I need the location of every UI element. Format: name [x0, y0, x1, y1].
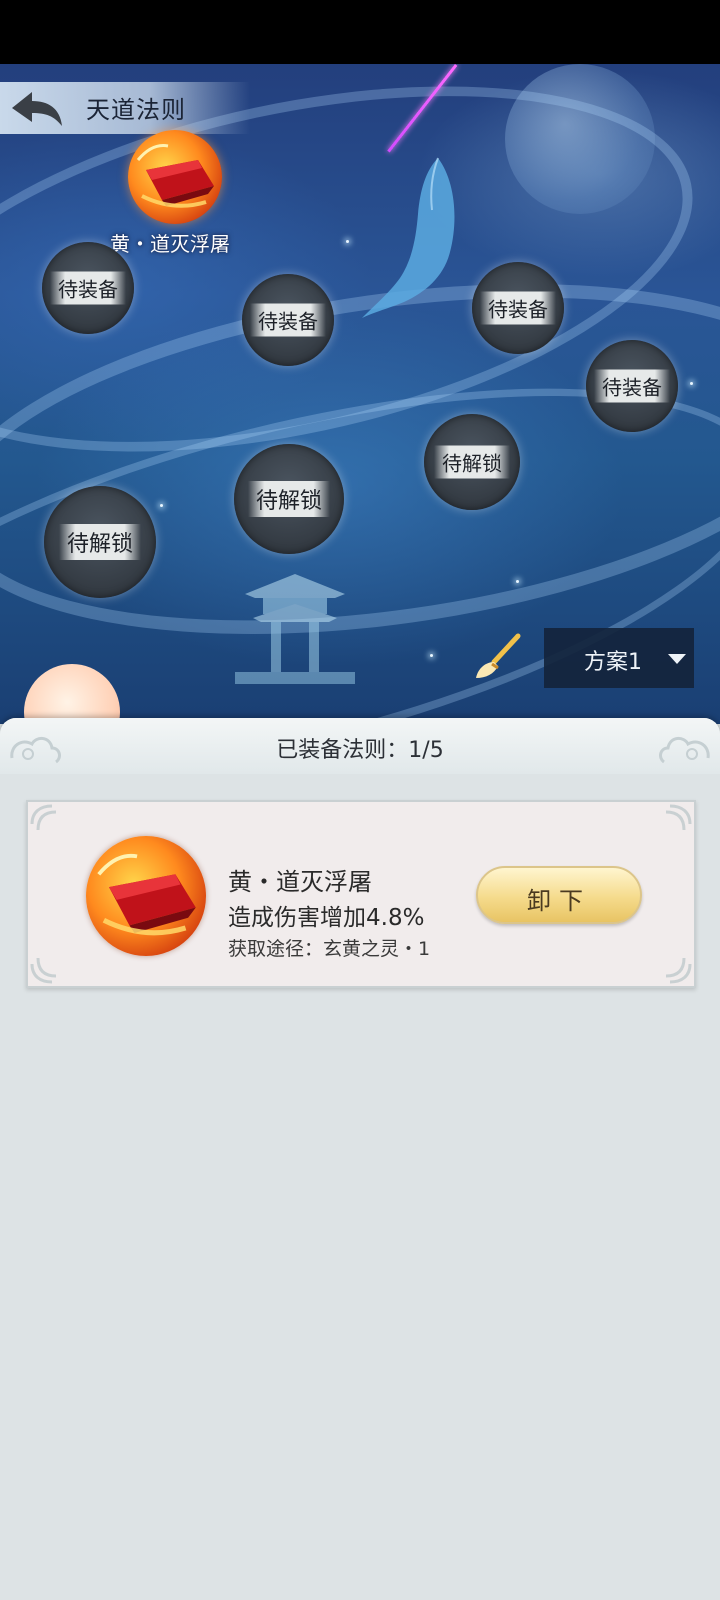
node-status-label: 待解锁: [434, 445, 510, 479]
rule-source: 获取途径：玄黄之灵・1: [228, 938, 431, 960]
chevron-down-icon: [668, 654, 686, 664]
back-arrow-icon: [12, 92, 62, 126]
node-status-label: 待解锁: [247, 481, 331, 517]
star-decoration: [430, 654, 433, 657]
node-status-label: 待装备: [50, 271, 126, 305]
node-status-label: 待解锁: [58, 524, 142, 560]
rule-gem-icon: [86, 836, 206, 956]
scheme-label: 方案1: [584, 650, 642, 675]
rule-effect: 造成伤害增加4.8%: [228, 905, 425, 931]
rule-card: 黄・道灭浮屠 造成伤害增加4.8% 获取途径：玄黄之灵・1 卸下: [26, 800, 696, 988]
pagoda-decoration: [235, 574, 355, 684]
corner-ornament-icon: [665, 804, 692, 831]
rule-node-slot[interactable]: 待装备: [472, 262, 564, 354]
rule-node-locked[interactable]: 待解锁: [234, 444, 344, 554]
corner-ornament-icon: [30, 957, 57, 984]
screen: 天道法则 黄・道灭浮屠 待装备 待装备 待装备 待装备 待解锁 待解锁 待解锁: [0, 0, 720, 1600]
rule-node-equipped[interactable]: [128, 130, 222, 224]
node-status-label: 待装备: [250, 303, 326, 337]
corner-ornament-icon: [30, 804, 57, 831]
star-decoration: [346, 240, 349, 243]
unequip-button[interactable]: 卸下: [476, 866, 642, 924]
back-button[interactable]: [8, 88, 66, 130]
node-status-label: 待装备: [480, 291, 556, 325]
unequip-button-label: 卸下: [527, 887, 591, 915]
rule-name: 黄・道灭浮屠: [228, 868, 372, 896]
node-status-label: 待装备: [594, 369, 670, 403]
star-decoration: [160, 504, 163, 507]
rule-node-slot[interactable]: 待装备: [42, 242, 134, 334]
rule-node-slot[interactable]: 待装备: [586, 340, 678, 432]
status-bar: [0, 0, 720, 64]
scheme-dropdown[interactable]: 方案1: [544, 628, 694, 688]
page-title: 天道法则: [86, 96, 186, 124]
equipped-count-label: 已装备法则：1/5: [276, 738, 444, 763]
rule-node-slot[interactable]: 待装备: [242, 274, 334, 366]
brush-button[interactable]: [468, 632, 524, 682]
rule-gem-icon: [136, 144, 214, 208]
corner-ornament-icon: [665, 957, 692, 984]
whale-decoration: [362, 157, 455, 318]
star-decoration: [516, 580, 519, 583]
rule-node-locked[interactable]: 待解锁: [44, 486, 156, 598]
star-decoration: [690, 382, 693, 385]
rule-node-equipped-name: 黄・道灭浮屠: [110, 232, 230, 256]
brush-icon: [476, 633, 521, 678]
rule-node-locked[interactable]: 待解锁: [424, 414, 520, 510]
